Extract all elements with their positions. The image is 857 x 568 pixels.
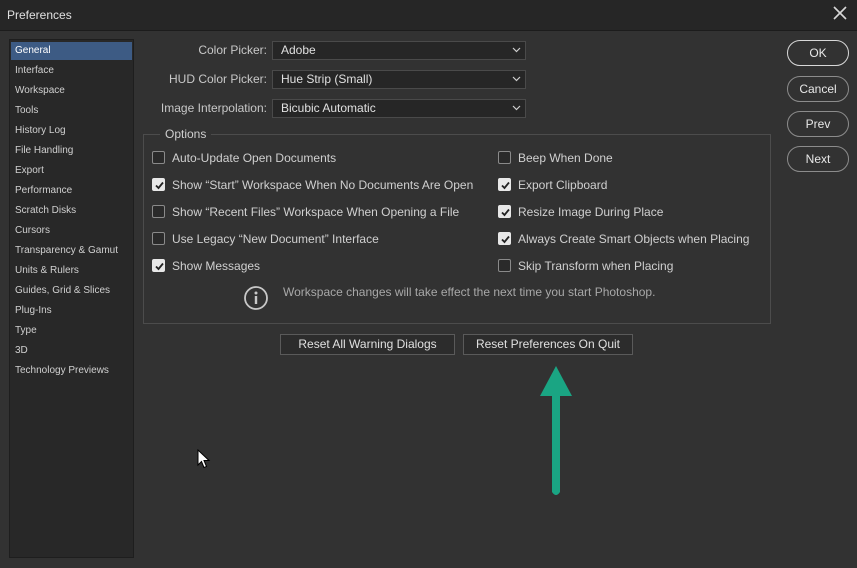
close-icon[interactable] [831,4,849,22]
image-interpolation-value: Bicubic Automatic [281,101,376,115]
cancel-button[interactable]: Cancel [787,76,849,102]
chevron-down-icon [512,105,521,111]
checkmark-icon [501,208,510,217]
color-picker-select[interactable]: Adobe [272,41,526,60]
checkbox-resize-image-during-place[interactable] [498,205,511,218]
checkbox-show-start-workspace[interactable] [152,178,165,191]
checkmark-icon [155,181,164,190]
sidebar-item-performance[interactable]: Performance [11,182,132,200]
checkbox-label: Auto-Update Open Documents [172,151,337,165]
checkbox-label: Show “Recent Files” Workspace When Openi… [172,205,460,219]
checkbox-always-create-smart-objects[interactable] [498,232,511,245]
checkmark-icon [501,181,510,190]
annotation-arrow [540,366,572,495]
checkbox-show-recent-files-workspace[interactable] [152,205,165,218]
sidebar-item-file-handling[interactable]: File Handling [11,142,132,160]
chevron-down-icon [512,76,521,82]
sidebar-item-workspace[interactable]: Workspace [11,82,132,100]
checkbox-beep-when-done[interactable] [498,151,511,164]
hud-color-picker-label: HUD Color Picker: [168,72,267,86]
checkbox-show-messages[interactable] [152,259,165,272]
mouse-cursor-icon [197,449,211,469]
image-interpolation-select[interactable]: Bicubic Automatic [272,99,526,118]
reset-warning-dialogs-button[interactable]: Reset All Warning Dialogs [280,334,455,355]
checkbox-export-clipboard[interactable] [498,178,511,191]
sidebar-item-history-log[interactable]: History Log [11,122,132,140]
checkmark-icon [155,262,164,271]
checkbox-label: Export Clipboard [518,178,608,192]
sidebar-item-cursors[interactable]: Cursors [11,222,132,240]
title-bar: Preferences [0,0,857,31]
next-button[interactable]: Next [787,146,849,172]
checkbox-label: Show “Start” Workspace When No Documents… [172,178,474,192]
sidebar-item-transparency-gamut[interactable]: Transparency & Gamut [11,242,132,260]
sidebar-item-interface[interactable]: Interface [11,62,132,80]
checkbox-skip-transform-when-placing[interactable] [498,259,511,272]
sidebar-item-guides-grid-slices[interactable]: Guides, Grid & Slices [11,282,132,300]
chevron-down-icon [512,47,521,53]
ok-button[interactable]: OK [787,40,849,66]
sidebar-item-technology-previews[interactable]: Technology Previews [11,362,132,380]
sidebar-item-tools[interactable]: Tools [11,102,132,120]
checkmark-icon [501,235,510,244]
checkbox-label: Beep When Done [518,151,613,165]
window-title: Preferences [7,8,72,22]
sidebar-item-plug-ins[interactable]: Plug-Ins [11,302,132,320]
preferences-sidebar: General Interface Workspace Tools Histor… [9,39,134,558]
checkbox-label: Show Messages [172,259,261,273]
sidebar-item-type[interactable]: Type [11,322,132,340]
info-icon [244,286,268,310]
prev-button[interactable]: Prev [787,111,849,137]
sidebar-item-general[interactable]: General [11,42,132,60]
reset-preferences-on-quit-button[interactable]: Reset Preferences On Quit [463,334,633,355]
checkbox-label: Skip Transform when Placing [518,259,674,273]
image-interpolation-label: Image Interpolation: [160,101,267,115]
color-picker-value: Adobe [281,43,316,57]
checkbox-label: Use Legacy “New Document” Interface [172,232,379,246]
sidebar-item-scratch-disks[interactable]: Scratch Disks [11,202,132,220]
checkbox-label: Always Create Smart Objects when Placing [518,232,750,246]
hud-color-picker-value: Hue Strip (Small) [281,72,373,86]
checkbox-auto-update-open-documents[interactable] [152,151,165,164]
sidebar-item-export[interactable]: Export [11,162,132,180]
checkbox-use-legacy-new-document[interactable] [152,232,165,245]
workspace-change-info: Workspace changes will take effect the n… [283,285,656,299]
hud-color-picker-select[interactable]: Hue Strip (Small) [272,70,526,89]
sidebar-item-units-rulers[interactable]: Units & Rulers [11,262,132,280]
color-picker-label: Color Picker: [198,43,267,57]
options-legend: Options [160,127,212,141]
checkbox-label: Resize Image During Place [518,205,664,219]
sidebar-item-3d[interactable]: 3D [11,342,132,360]
